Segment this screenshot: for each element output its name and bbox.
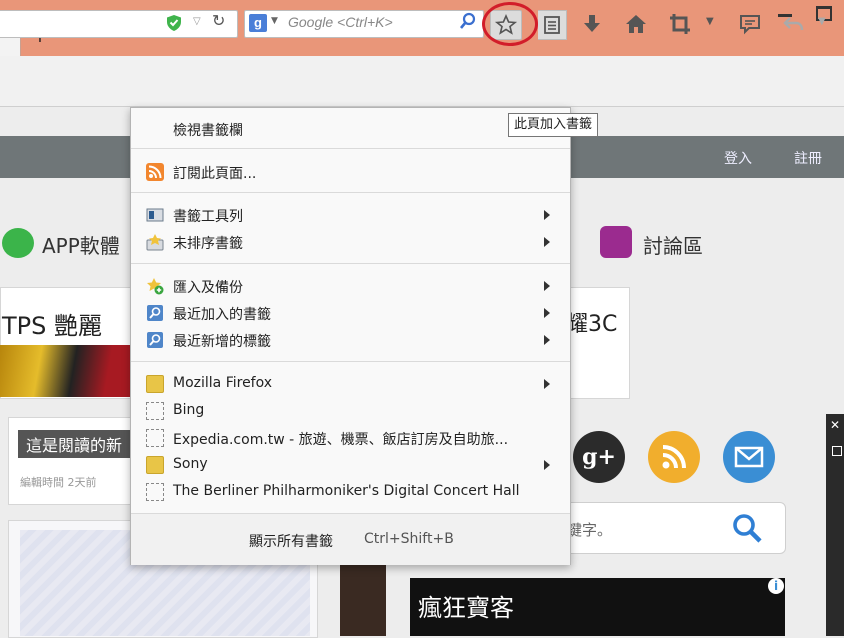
category-forum[interactable]: 討論區 <box>643 230 703 259</box>
article-card-image[interactable] <box>340 562 386 636</box>
menu-item-label: 最近新增的標籤 <box>173 334 271 350</box>
search-placeholder[interactable]: Google <Ctrl+K> <box>288 14 393 30</box>
menu-item-label: 訂閱此頁面... <box>173 166 257 182</box>
menu-item-label: The Berliner Philharmoniker's Digital Co… <box>173 483 520 499</box>
menu-item-label: Expedia.com.tw - 旅遊、機票、飯店訂房及自助旅... <box>173 432 509 448</box>
chat-icon[interactable] <box>738 12 762 36</box>
menu-item-label: 最近加入的書籤 <box>173 307 271 323</box>
login-link[interactable]: 登入 <box>724 148 752 168</box>
smart-folder-icon <box>147 305 163 321</box>
menu-separator <box>131 361 570 362</box>
rss-feed-icon <box>146 163 164 181</box>
bookmark-berliner-philharmoniker[interactable]: The Berliner Philharmoniker's Digital Co… <box>131 479 570 506</box>
default-page-icon <box>146 402 164 420</box>
menu-separator <box>131 263 570 264</box>
bookmark-expedia[interactable]: Expedia.com.tw - 旅遊、機票、飯店訂房及自助旅... <box>131 425 570 452</box>
search-icon[interactable] <box>730 511 764 545</box>
highlight-circle-annotation <box>482 2 538 46</box>
home-icon[interactable] <box>624 12 648 36</box>
menu-item-label: Bing <box>173 402 205 418</box>
crop-icon[interactable] <box>668 12 692 36</box>
bookmarks-list-icon <box>544 16 560 34</box>
show-all-bookmarks-shortcut: Ctrl+Shift+B <box>364 531 454 547</box>
mail-icon[interactable] <box>723 431 775 483</box>
folder-icon <box>146 456 164 474</box>
register-link[interactable]: 註冊 <box>794 148 822 168</box>
show-all-bookmarks-button[interactable]: 顯示所有書籤 Ctrl+Shift+B <box>131 513 570 565</box>
menu-item-bookmarks-toolbar[interactable]: 書籤工具列 <box>131 202 570 229</box>
menu-item-label: Sony <box>173 456 208 472</box>
rss-icon[interactable] <box>648 431 700 483</box>
bookmark-folder-mozilla-firefox[interactable]: Mozilla Firefox <box>131 371 570 398</box>
submenu-arrow-icon <box>544 237 550 247</box>
menu-item-label: 檢視書籤欄 <box>173 123 243 139</box>
search-icon[interactable] <box>459 12 477 32</box>
envelope-icon <box>734 446 764 468</box>
app-category-icon[interactable] <box>2 228 34 258</box>
menu-item-subscribe[interactable]: 訂閱此頁面... <box>131 159 570 186</box>
article-card-title[interactable]: 這是閱讀的新 <box>18 430 131 458</box>
menu-item-unsorted[interactable]: 未排序書籤 <box>131 229 570 256</box>
close-icon[interactable]: ✕ <box>830 418 840 432</box>
category-app[interactable]: APP軟體 <box>42 230 120 259</box>
menu-item-recent-tags[interactable]: 最近新增的標籤 <box>131 327 570 354</box>
bookmark-folder-sony[interactable]: Sony <box>131 452 570 479</box>
reload-icon[interactable]: ↻ <box>212 12 228 30</box>
menu-item-view-sidebar[interactable]: 檢視書籤欄 <box>131 116 570 143</box>
menu-item-label: 未排序書籤 <box>173 236 243 252</box>
article-card-meta: 編輯時間 2天前 <box>20 476 97 489</box>
article-card-title[interactable]: TPS 艷麗 <box>2 306 102 341</box>
submenu-arrow-icon <box>544 210 550 220</box>
advertisement-text[interactable]: 瘋狂寶客 <box>418 588 514 623</box>
rss-glyph-icon <box>662 445 686 469</box>
submenu-arrow-icon <box>544 281 550 291</box>
undo-dropdown-icon[interactable]: ▼ <box>818 16 826 27</box>
menu-separator <box>131 148 570 149</box>
download-icon[interactable] <box>580 12 604 36</box>
google-plus-icon[interactable]: g+ <box>573 431 625 483</box>
unsorted-bookmarks-icon <box>146 234 164 251</box>
default-page-icon <box>146 429 164 447</box>
ad-info-icon[interactable]: i <box>768 578 784 594</box>
engine-dropdown-icon[interactable]: ▼ <box>271 16 278 26</box>
menu-item-import-backup[interactable]: 匯入及備份 <box>131 273 570 300</box>
menu-item-label: 匯入及備份 <box>173 280 243 296</box>
default-page-icon <box>146 483 164 501</box>
menu-separator <box>131 192 570 193</box>
navigation-toolbar <box>0 56 844 107</box>
submenu-arrow-icon <box>544 379 550 389</box>
google-engine-icon[interactable]: g <box>249 14 267 32</box>
submenu-arrow-icon <box>544 460 550 470</box>
bookmarks-toolbar-icon <box>146 208 164 222</box>
article-card-image[interactable] <box>0 345 132 397</box>
article-card-title-right[interactable]: 耀3C <box>566 306 617 338</box>
crop-dropdown-icon[interactable]: ▼ <box>706 16 714 27</box>
bookmark-tooltip: 此頁加入書籤 <box>508 113 599 137</box>
bookmark-bing[interactable]: Bing <box>131 398 570 425</box>
menu-item-label: 書籤工具列 <box>173 209 243 225</box>
forum-category-icon[interactable] <box>600 226 632 258</box>
site-search-placeholder[interactable]: 鍵字。 <box>567 519 612 540</box>
folder-icon <box>146 375 164 393</box>
expand-icon[interactable] <box>832 446 842 456</box>
bookmarks-menu-button[interactable] <box>538 10 567 40</box>
submenu-arrow-icon <box>544 308 550 318</box>
url-history-dropdown-icon[interactable]: ▽ <box>193 16 205 28</box>
bookmarks-dropdown-menu: 檢視書籤欄 訂閱此頁面... 書籤工具列 未排序書籤 匯入及備份 最近加入的書籤… <box>130 107 571 565</box>
smart-folder-icon <box>147 332 163 348</box>
menu-item-label: Mozilla Firefox <box>173 375 273 391</box>
import-backup-icon <box>147 278 164 295</box>
shield-icon[interactable] <box>166 14 182 32</box>
submenu-arrow-icon <box>544 335 550 345</box>
undo-icon[interactable] <box>782 12 806 36</box>
show-all-bookmarks-label: 顯示所有書籤 <box>249 534 333 550</box>
menu-item-recently-bookmarked[interactable]: 最近加入的書籤 <box>131 300 570 327</box>
